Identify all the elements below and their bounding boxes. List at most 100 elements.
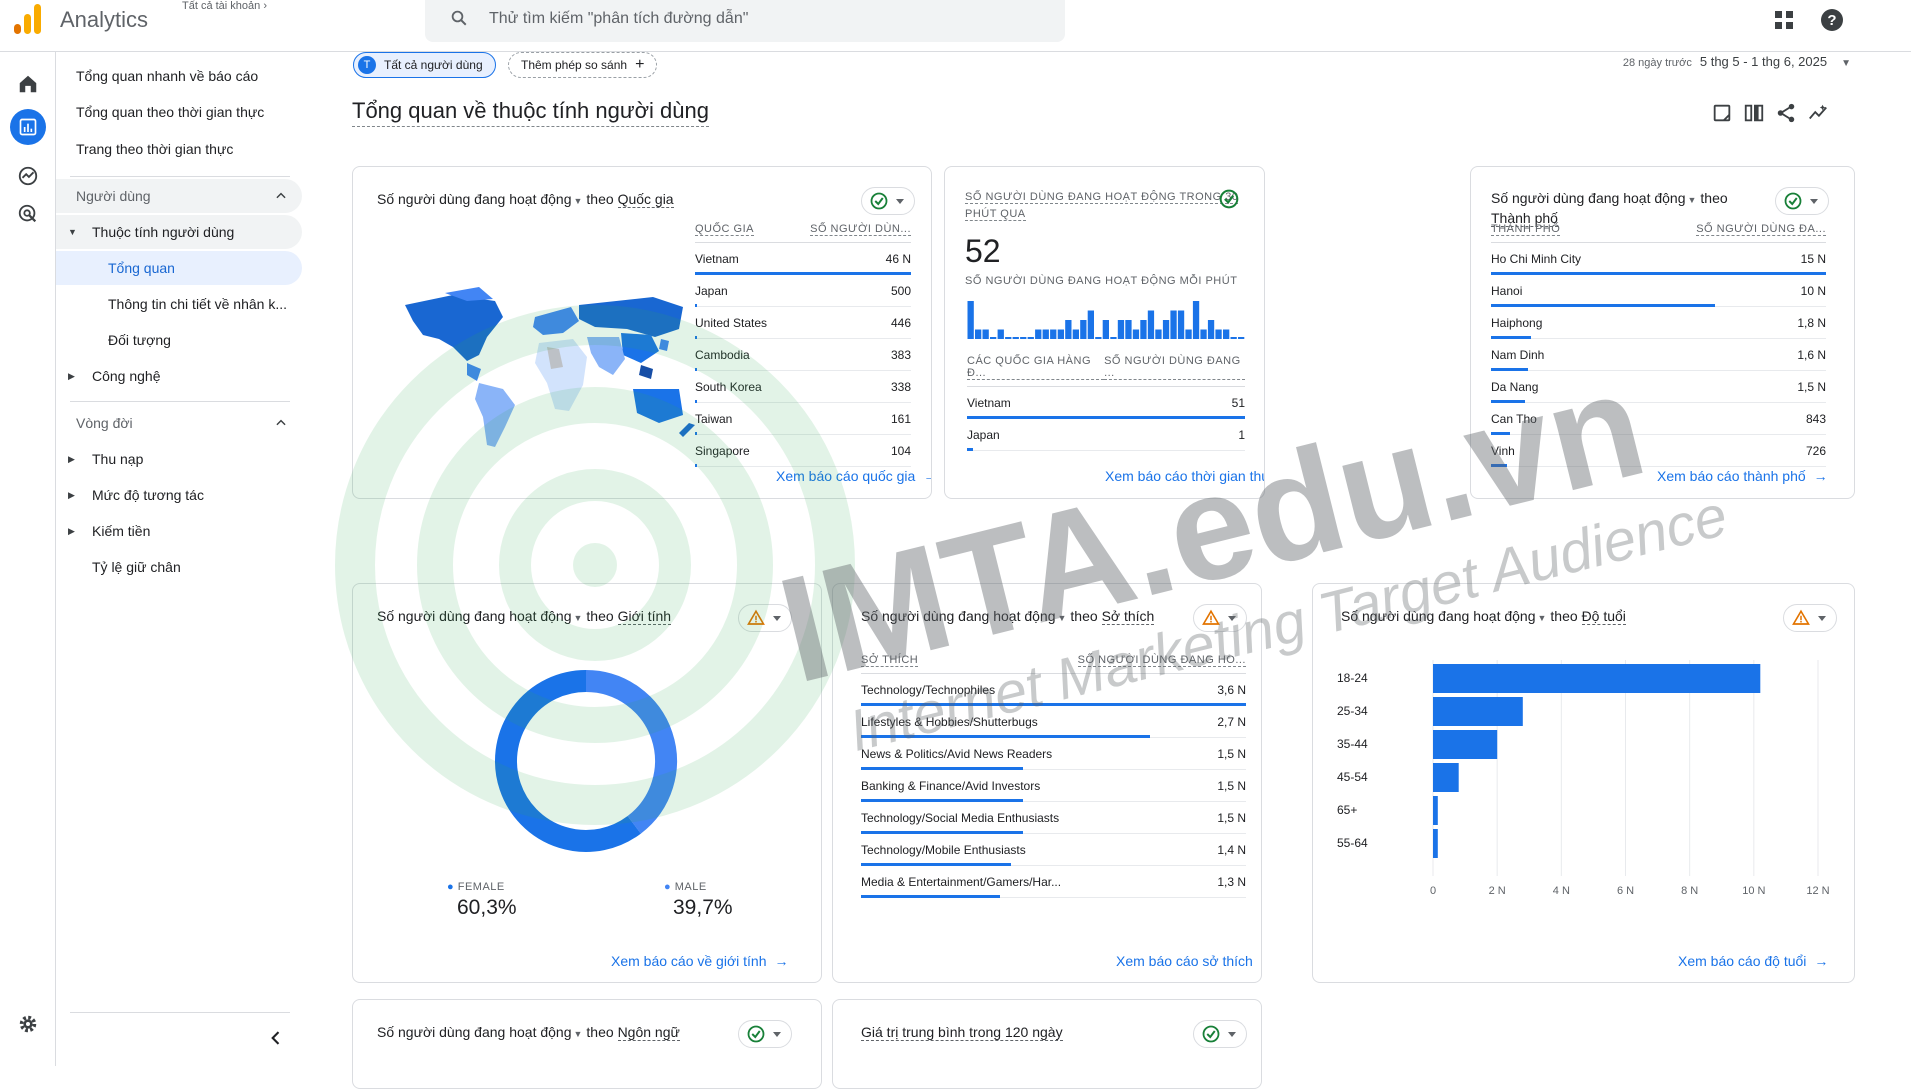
table-row[interactable]: Can Tho 843 bbox=[1491, 403, 1826, 435]
col-header[interactable]: SỐ NGƯỜI DÙNG ĐANG HO... bbox=[1077, 654, 1246, 667]
interests-report-link[interactable]: Xem báo cáo sở thích → bbox=[1116, 953, 1261, 969]
table-row[interactable]: Haiphong 1,8 N bbox=[1491, 307, 1826, 339]
analytics-logo-icon[interactable] bbox=[14, 4, 42, 34]
search-bar[interactable]: Thử tìm kiếm "phân tích đường dẫn" bbox=[425, 0, 1065, 42]
realtime-report-link[interactable]: Xem báo cáo thời gian thực→ bbox=[1105, 468, 1264, 484]
table-row[interactable]: Technology/Mobile Enthusiasts 1,4 N bbox=[861, 834, 1246, 866]
explore-icon[interactable] bbox=[14, 162, 42, 190]
card-title[interactable]: Số người dùng đang hoạt động ▼ theo Sở thí… bbox=[861, 608, 1155, 625]
table-row[interactable]: Ho Chi Minh City 15 N bbox=[1491, 243, 1826, 275]
age-bar[interactable] bbox=[1433, 730, 1498, 759]
date-range-label: 5 thg 5 - 1 thg 6, 2025 bbox=[1699, 54, 1828, 69]
share-icon[interactable] bbox=[1775, 102, 1797, 124]
col-header[interactable]: SỞ THÍCH bbox=[861, 654, 919, 667]
caret-right-icon: ▶ bbox=[68, 489, 75, 500]
nav-realtime-overview[interactable]: Tổng quan theo thời gian thực bbox=[56, 95, 302, 129]
nav-section-lifecycle[interactable]: Vòng đời bbox=[56, 406, 302, 440]
country-report-link[interactable]: Xem báo cáo quốc gia → bbox=[776, 468, 931, 484]
help-icon[interactable]: ? bbox=[1820, 8, 1844, 32]
nav-acquisition[interactable]: ▶ Thu nạp bbox=[56, 442, 302, 476]
card-title[interactable]: Số người dùng đang hoạt động ▼ theo Độ tuổ… bbox=[1341, 608, 1626, 625]
status-check-button[interactable] bbox=[738, 1020, 792, 1048]
table-row[interactable]: Japan 500 bbox=[695, 275, 911, 307]
nav-monetization[interactable]: ▶ Kiếm tiền bbox=[56, 514, 302, 548]
table-row[interactable]: United States 446 bbox=[695, 307, 911, 339]
table-row[interactable]: Japan 1 bbox=[967, 419, 1245, 451]
row-name: United States bbox=[695, 315, 768, 330]
date-range-picker[interactable]: 28 ngày trước 5 thg 5 - 1 thg 6, 2025 ▼ bbox=[1623, 54, 1851, 69]
row-value: 1,3 N bbox=[1217, 874, 1246, 889]
status-warning-button[interactable] bbox=[1193, 604, 1247, 632]
city-report-link[interactable]: Xem báo cáo thành phố → bbox=[1657, 468, 1828, 484]
minute-bar bbox=[1140, 320, 1147, 339]
reports-icon[interactable] bbox=[10, 109, 46, 145]
gender-report-link[interactable]: Xem báo cáo về giới tính → bbox=[611, 953, 789, 969]
settings-gear-icon[interactable] bbox=[14, 1010, 42, 1038]
nav-overview[interactable]: Tổng quan bbox=[56, 251, 302, 285]
nav-user-attributes[interactable]: ▼ Thuộc tính người dùng bbox=[56, 215, 302, 249]
advertising-icon[interactable] bbox=[14, 200, 42, 228]
table-row[interactable]: Banking & Finance/Avid Investors 1,5 N bbox=[861, 770, 1246, 802]
table-row[interactable]: Da Nang 1,5 N bbox=[1491, 371, 1826, 403]
card-title[interactable]: Số người dùng đang hoạt động ▼ theo Giới t… bbox=[377, 608, 672, 625]
age-report-link[interactable]: Xem báo cáo độ tuổi → bbox=[1678, 953, 1828, 969]
status-warning-button[interactable] bbox=[738, 604, 792, 632]
nav-section-users[interactable]: Người dùng bbox=[56, 179, 302, 213]
col-header[interactable]: THÀNH PHỐ bbox=[1491, 223, 1561, 236]
table-row[interactable]: Taiwan 161 bbox=[695, 403, 911, 435]
nav-reports-snapshot[interactable]: Tổng quan nhanh về báo cáo bbox=[56, 59, 302, 93]
nav-demographic-details[interactable]: Thông tin chi tiết về nhân k... bbox=[56, 287, 302, 321]
table-row[interactable]: South Korea 338 bbox=[695, 371, 911, 403]
row-name: Japan bbox=[695, 283, 728, 298]
compare-columns-icon[interactable] bbox=[1743, 102, 1765, 124]
card-title[interactable]: Số người dùng đang hoạt động ▼ theo Ngôn n… bbox=[377, 1024, 680, 1041]
insights-icon[interactable] bbox=[1807, 102, 1829, 124]
status-warning-button[interactable] bbox=[1783, 604, 1837, 632]
age-bar[interactable] bbox=[1433, 697, 1523, 726]
table-row[interactable]: Nam Dinh 1,6 N bbox=[1491, 339, 1826, 371]
check-circle-icon[interactable] bbox=[1219, 189, 1239, 209]
row-name: Vietnam bbox=[967, 395, 1011, 410]
age-bar[interactable] bbox=[1433, 796, 1438, 825]
table-row[interactable]: Technology/Social Media Enthusiasts 1,5 N bbox=[861, 802, 1246, 834]
age-bar[interactable] bbox=[1433, 763, 1459, 792]
table-row[interactable]: Vinh 726 bbox=[1491, 435, 1826, 467]
col-header[interactable]: QUỐC GIA bbox=[695, 223, 755, 236]
status-check-button[interactable] bbox=[1775, 187, 1829, 215]
table-row[interactable]: Singapore 104 bbox=[695, 435, 911, 467]
segment-chip-all-users[interactable]: T Tất cả người dùng bbox=[353, 52, 496, 78]
table-row[interactable]: Media & Entertainment/Gamers/Har... 1,3 N bbox=[861, 866, 1246, 898]
status-check-button[interactable] bbox=[861, 187, 915, 215]
age-bar[interactable] bbox=[1433, 664, 1761, 693]
row-name: Can Tho bbox=[1491, 411, 1537, 426]
table-row[interactable]: Vietnam 46 N bbox=[695, 243, 911, 275]
table-row[interactable]: Technology/Technophiles 3,6 N bbox=[861, 674, 1246, 706]
nav-engagement[interactable]: ▶ Mức độ tương tác bbox=[56, 478, 302, 512]
collapse-chevron-left-icon[interactable] bbox=[266, 1028, 286, 1048]
apps-grid-icon[interactable] bbox=[1772, 8, 1796, 32]
col-header[interactable]: SỐ NGƯỜI DÙNG ĐA... bbox=[1696, 223, 1826, 236]
add-comparison-chip[interactable]: Thêm phép so sánh + bbox=[508, 52, 658, 78]
card-title[interactable]: Số người dùng đang hoạt động ▼ theo Quốc g… bbox=[377, 191, 674, 208]
table-row[interactable]: Lifestyles & Hobbies/Shutterbugs 2,7 N bbox=[861, 706, 1246, 738]
col-header[interactable]: CÁC QUỐC GIA HÀNG Đ... bbox=[967, 355, 1105, 380]
card-title[interactable]: Giá trị trung bình trong 120 ngày bbox=[861, 1024, 1063, 1041]
table-row[interactable]: Cambodia 383 bbox=[695, 339, 911, 371]
home-icon[interactable] bbox=[14, 70, 42, 98]
nav-tech[interactable]: ▶ Công nghệ bbox=[56, 359, 302, 393]
nav-retention[interactable]: Tỷ lệ giữ chân bbox=[56, 550, 302, 584]
edit-report-icon[interactable] bbox=[1711, 102, 1733, 124]
title-mid: theo bbox=[586, 191, 614, 207]
nav-audiences[interactable]: Đối tượng bbox=[56, 323, 302, 357]
account-breadcrumb[interactable]: Tất cả tài khoản › bbox=[182, 0, 267, 12]
minute-bar bbox=[1050, 329, 1057, 339]
table-row[interactable]: Vietnam 51 bbox=[967, 387, 1245, 419]
col-header[interactable]: SỐ NGƯỜI DÙN... bbox=[810, 223, 911, 236]
col-header[interactable]: SỐ NGƯỜI DÙNG ĐANG ... bbox=[1104, 355, 1245, 380]
nav-realtime-pages[interactable]: Trang theo thời gian thực bbox=[56, 132, 302, 166]
age-bar[interactable] bbox=[1433, 829, 1438, 858]
status-check-button[interactable] bbox=[1193, 1020, 1247, 1048]
table-row[interactable]: Hanoi 10 N bbox=[1491, 275, 1826, 307]
table-row[interactable]: News & Politics/Avid News Readers 1,5 N bbox=[861, 738, 1246, 770]
card-title[interactable]: Số người dùng đang hoạt động ▼ theo Thành … bbox=[1491, 189, 1731, 227]
